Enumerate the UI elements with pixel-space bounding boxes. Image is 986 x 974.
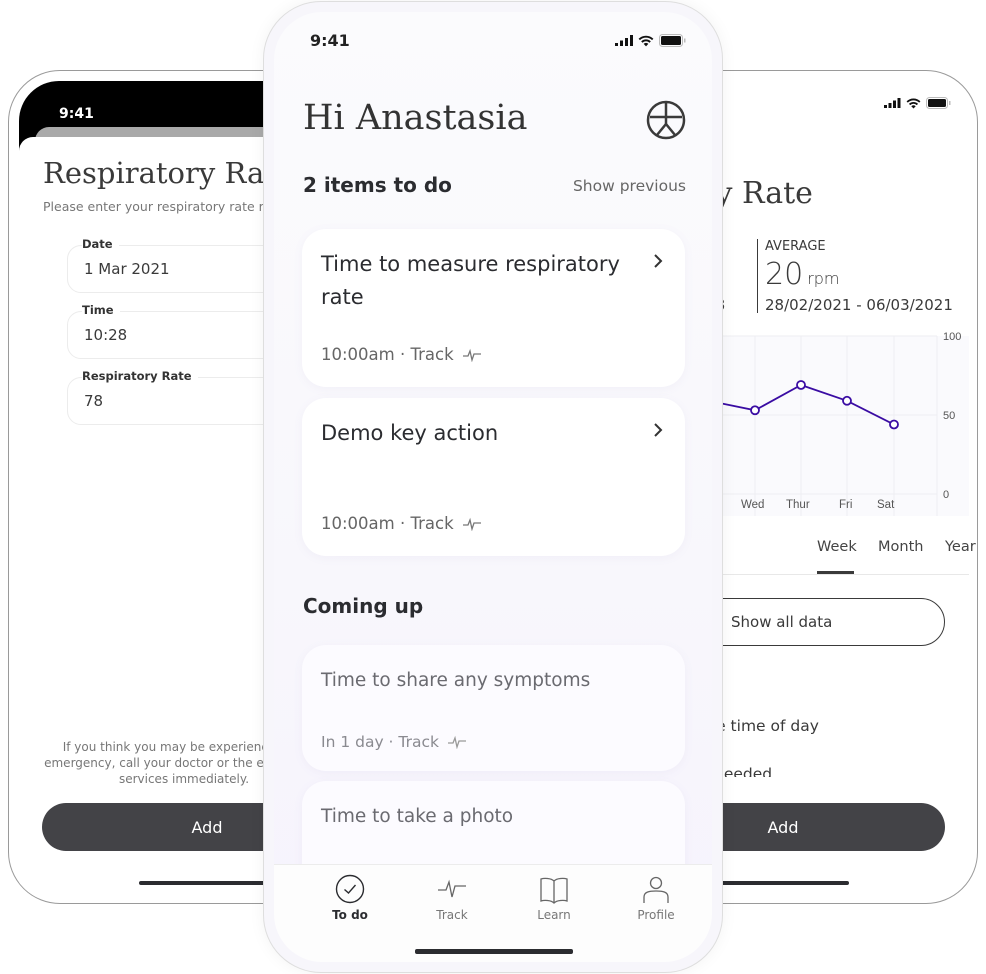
data-point [796,380,806,390]
pulse-icon [462,348,481,362]
todo-card-title: Time to measure respiratory rate [321,252,620,309]
todo-card-meta: 10:00am · Track [321,345,482,364]
greeting-title: Hi Anastasia [303,98,528,138]
tab-week[interactable]: Week [817,539,857,555]
person-icon [643,876,669,903]
signal-icon [884,98,901,108]
data-point [889,419,899,430]
average-number: 20 [765,257,804,292]
respiratory-rate-field-value[interactable]: 78 [84,392,103,410]
page-subtitle: Please enter your respiratory rate r [43,199,264,214]
respiratory-chart: 050100TuesWedThurFriSat [701,331,969,516]
upcoming-card-meta: In 1 day · Track [321,733,467,751]
stat-divider [757,239,758,313]
chevron-right-icon [654,423,663,437]
x-tick-label: Wed [741,499,764,511]
chart-background [701,336,969,516]
home-indicator [415,949,573,954]
bottom-tab-bar: To do Track Learn Profile [274,864,712,962]
status-time: 9:41 [59,106,94,122]
date-range: 28/02/2021 - 06/03/2021 [765,296,953,314]
y-tick-label: 50 [943,410,955,422]
active-tab-indicator [817,571,854,574]
x-tick-label: Fri [839,499,852,511]
todo-card-meta: 10:00am · Track [321,514,482,533]
tab-profile-label: Profile [637,908,675,922]
wifi-icon [638,35,654,46]
upcoming-card-title: Time to take a photo [321,806,514,827]
y-tick-label: 0 [943,489,949,501]
pulse-icon [447,735,466,749]
person-circle-icon[interactable] [646,100,686,140]
y-tick-label: 100 [943,331,961,343]
show-previous-link[interactable]: Show previous [573,177,686,195]
wifi-icon [906,98,921,108]
time-field-label: Time [82,303,120,317]
status-icons [615,34,686,47]
status-icons [884,97,951,109]
tab-year[interactable]: Year [945,539,976,555]
data-point [842,395,852,406]
todo-card-meta-text: 10:00am · Track [321,514,454,533]
upcoming-card[interactable]: Time to share any symptoms In 1 day · Tr… [302,645,685,771]
todo-card[interactable]: Demo key action 10:00am · Track [302,398,685,556]
todo-screen: 9:41 Hi Anastasia 2 items to do Show pre… [274,12,712,962]
pulse-icon [462,517,481,531]
todo-card-title: Demo key action [321,421,499,445]
pulse-icon [438,879,466,898]
tab-track-label: Track [436,908,468,922]
status-time: 9:41 [310,31,350,50]
x-tick-label: Thur [786,499,810,511]
home-indicator [701,881,849,885]
chevron-right-icon [654,254,663,268]
period-tabs: ay Week Month Year [701,531,976,575]
date-field-value[interactable]: 1 Mar 2021 [84,260,170,278]
tab-learn[interactable]: Learn [514,873,594,922]
tab-todo-label: To do [332,908,368,922]
data-point [750,405,760,416]
upcoming-card-title: Time to share any symptoms [321,670,591,691]
page-title: Respiratory Rate [43,156,294,190]
tab-todo[interactable]: To do [310,873,390,922]
average-label: AVERAGE [765,239,826,254]
time-field-value[interactable]: 10:28 [84,326,127,344]
respiratory-rate-field-label: Respiratory Rate [82,369,198,383]
book-icon [540,877,568,904]
x-tick-label: Sat [877,499,895,511]
average-unit: rpm [807,269,840,288]
todo-card-meta-text: 10:00am · Track [321,345,454,364]
todo-phone: 9:41 Hi Anastasia 2 items to do Show pre… [263,1,723,973]
battery-icon [659,34,686,47]
todo-card[interactable]: Time to measure respiratory rate 10:00am… [302,229,685,387]
tab-month[interactable]: Month [878,539,923,555]
signal-icon [615,35,633,46]
tab-track[interactable]: Track [412,873,492,922]
battery-icon [926,97,951,109]
check-circle-icon [335,874,365,904]
upcoming-card-meta-text: In 1 day · Track [321,733,439,751]
coming-up-heading: Coming up [303,594,424,618]
todo-count-heading: 2 items to do [303,173,452,197]
date-field-label: Date [82,237,119,251]
tab-learn-label: Learn [537,908,571,922]
average-value: 20 rpm [765,257,840,292]
tab-profile[interactable]: Profile [616,873,696,922]
